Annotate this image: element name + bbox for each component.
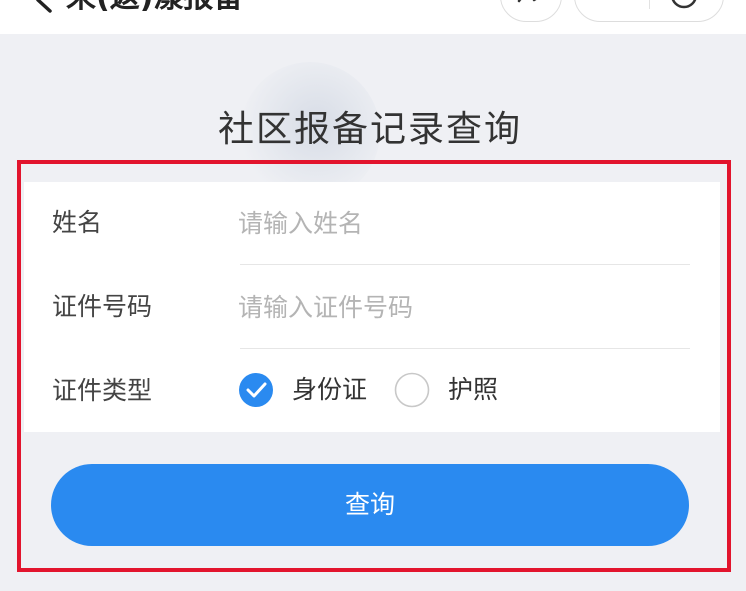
nav-title: 来(返)漾报备 [66,0,243,18]
close-circle-icon[interactable] [669,0,699,19]
radio-label-passport: 护照 [448,375,499,404]
back-button[interactable] [30,0,60,20]
id-type-label: 证件类型 [52,376,153,405]
id-number-input[interactable] [238,288,678,326]
app-page: 来(返)漾报备 社区报备记录查询 姓名 证件号码 [0,0,746,591]
radio-label-idcard: 身份证 [292,375,368,404]
id-number-label: 证件号码 [52,292,153,321]
radio-checked-icon[interactable] [238,372,274,408]
share-icon [517,0,537,3]
form-row-name: 姓名 [24,182,720,265]
form-row-id-number: 证件号码 [24,266,720,349]
capsule-divider [649,0,650,9]
top-nav-bar: 来(返)漾报备 [0,0,746,34]
row-divider [240,264,690,265]
radio-option-passport[interactable]: 护照 [394,370,498,410]
name-label: 姓名 [52,208,103,237]
form-row-id-type: 证件类型 身份证 护照 [24,350,720,433]
name-input[interactable] [238,204,678,242]
radio-unchecked-icon[interactable] [394,372,430,408]
back-icon [36,0,52,13]
query-button[interactable]: 查询 [51,464,689,546]
share-button[interactable] [500,0,562,22]
query-form: 姓名 证件号码 证件类型 身份证 [24,182,720,432]
mini-program-capsule [574,0,724,22]
radio-option-idcard[interactable]: 身份证 [238,370,367,410]
row-divider [240,348,690,349]
page-title: 社区报备记录查询 [217,109,522,150]
page-content: 社区报备记录查询 姓名 证件号码 证件类型 身份证 [0,34,746,591]
